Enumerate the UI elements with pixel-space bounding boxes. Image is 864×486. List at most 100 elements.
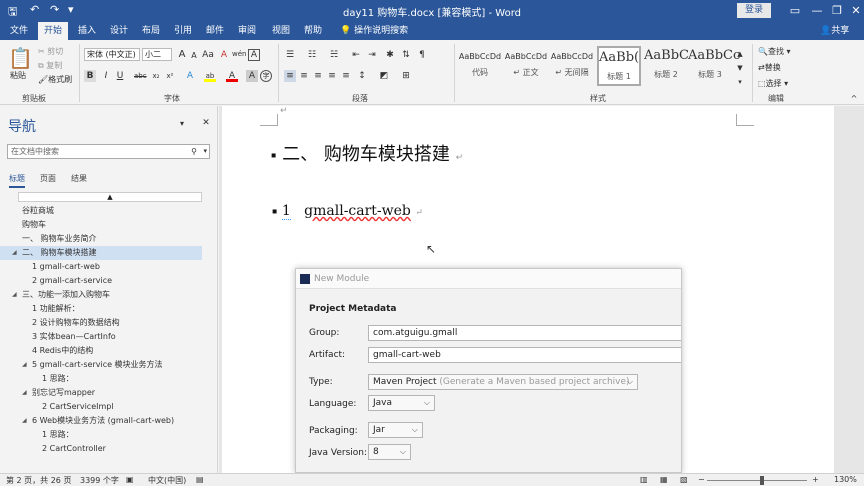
- align-right-icon[interactable]: ≡: [312, 70, 324, 82]
- search-dropdown-icon[interactable]: ▾: [203, 145, 207, 158]
- heading-3[interactable]: ▪ 1 gmall-cart-web ↵: [272, 203, 423, 220]
- style-heading-2[interactable]: AaBbC 标题 2: [644, 46, 689, 86]
- nav-search-input[interactable]: 在文档中搜索 ⚲ ▾: [7, 144, 210, 159]
- subscript-button[interactable]: x₂: [150, 70, 162, 82]
- nav-heading-item[interactable]: 购物车: [0, 218, 202, 232]
- strikethrough-button[interactable]: abc: [134, 70, 147, 82]
- artifact-input[interactable]: gmall-cart-web: [368, 347, 681, 363]
- nav-heading-item[interactable]: 1 功能解析：: [0, 302, 202, 316]
- paste-button[interactable]: 粘贴: [10, 70, 26, 81]
- group-input[interactable]: com.atguigu.gmall: [368, 325, 681, 341]
- copy-button[interactable]: ⧉ 复制: [38, 60, 62, 71]
- java-version-select[interactable]: 8 ⌵: [368, 444, 411, 460]
- read-mode-icon[interactable]: ▥: [640, 475, 648, 484]
- font-color-icon[interactable]: A: [226, 70, 238, 82]
- nav-tab-results[interactable]: 结果: [71, 173, 87, 184]
- char-shading-icon[interactable]: A: [246, 70, 258, 82]
- nav-heading-item[interactable]: 3 实体bean—CartInfo: [0, 330, 202, 344]
- minimize-button[interactable]: —: [806, 2, 828, 20]
- tab-insert[interactable]: 插入: [72, 22, 102, 40]
- tab-design[interactable]: 设计: [104, 22, 134, 40]
- nav-options-icon[interactable]: ▾: [176, 118, 188, 130]
- macro-icon[interactable]: ▤: [196, 475, 204, 484]
- styles-scroll-up-icon[interactable]: ▲: [734, 48, 746, 60]
- italic-button[interactable]: I: [100, 70, 112, 82]
- type-select[interactable]: Maven Project (Generate a Maven based pr…: [368, 374, 638, 390]
- justify-icon[interactable]: ≡: [326, 70, 338, 82]
- page-count[interactable]: 第 2 页，共 26 页: [6, 475, 71, 486]
- search-icon[interactable]: ⚲: [191, 145, 197, 158]
- packaging-select[interactable]: Jar ⌵: [368, 422, 423, 438]
- distributed-icon[interactable]: ≡: [340, 70, 352, 82]
- multilevel-list-icon[interactable]: ☵: [328, 49, 340, 61]
- shrink-font-icon[interactable]: A: [188, 50, 200, 62]
- heading-2[interactable]: ▪ 二、 购物车模块搭建 ↵: [271, 140, 463, 166]
- nav-heading-item[interactable]: ◢ 二、 购物车模块搭建: [0, 246, 202, 260]
- expand-arrow-icon[interactable]: ◢: [22, 358, 27, 372]
- tab-layout[interactable]: 布局: [136, 22, 166, 40]
- pinyin-icon[interactable]: wén: [232, 48, 246, 60]
- zoom-in-button[interactable]: +: [812, 475, 819, 484]
- word-count[interactable]: 3399 个字: [80, 475, 119, 486]
- nav-heading-item[interactable]: 一、 购物车业务简介: [0, 232, 202, 246]
- bullets-icon[interactable]: ☰: [284, 49, 296, 61]
- cut-button[interactable]: ✂ 剪切: [38, 46, 63, 57]
- styles-scroll-down-icon[interactable]: ▼: [734, 62, 746, 74]
- nav-tab-headings[interactable]: 标题: [9, 173, 25, 188]
- replace-button[interactable]: ⇄替换: [758, 62, 781, 73]
- nav-heading-item[interactable]: 2 CartController: [0, 442, 202, 456]
- zoom-level[interactable]: 130%: [834, 475, 857, 484]
- decrease-indent-icon[interactable]: ⇤: [350, 49, 362, 61]
- tab-view[interactable]: 视图: [266, 22, 296, 40]
- nav-tab-pages[interactable]: 页面: [40, 173, 56, 184]
- superscript-button[interactable]: x²: [164, 70, 176, 82]
- style-heading-1[interactable]: AaBb( 标题 1: [597, 46, 641, 86]
- close-button[interactable]: ✕: [845, 2, 864, 20]
- expand-arrow-icon[interactable]: ◢: [22, 386, 27, 400]
- clear-format-icon[interactable]: A: [218, 49, 230, 61]
- style-no-spacing[interactable]: AaBbCcDd ↵ 无间隔: [550, 46, 594, 86]
- font-family-select[interactable]: 宋体 (中文正): [84, 48, 140, 61]
- change-case-icon[interactable]: Aa: [202, 49, 214, 61]
- grow-font-icon[interactable]: A: [176, 49, 188, 61]
- borders-icon[interactable]: ⊞: [400, 70, 412, 82]
- nav-heading-item[interactable]: 1 gmall-cart-web: [0, 260, 202, 274]
- char-border-icon[interactable]: A: [248, 49, 260, 61]
- paste-icon[interactable]: 📋: [8, 46, 33, 70]
- language-select[interactable]: Java ⌵: [368, 395, 435, 411]
- tab-references[interactable]: 引用: [168, 22, 198, 40]
- style-code[interactable]: AaBbCcDd 代码: [458, 46, 502, 86]
- nav-heading-item[interactable]: 1 思路：: [0, 372, 202, 386]
- underline-button[interactable]: U: [114, 70, 126, 82]
- language-status[interactable]: 中文(中国): [148, 475, 186, 486]
- nav-heading-item[interactable]: 1 思路：: [0, 428, 202, 442]
- nav-heading-item[interactable]: 4 Redis中的结构: [0, 344, 202, 358]
- tab-mailings[interactable]: 邮件: [200, 22, 230, 40]
- tab-help[interactable]: 帮助: [298, 22, 328, 40]
- chinese-layout-icon[interactable]: ✱: [384, 49, 396, 61]
- font-size-select[interactable]: 小二: [142, 48, 172, 61]
- zoom-slider[interactable]: [707, 480, 807, 481]
- nav-heading-item[interactable]: 2 gmall-cart-service: [0, 274, 202, 288]
- print-layout-icon[interactable]: ▦: [660, 475, 668, 484]
- nav-heading-item[interactable]: 2 设计购物车的数据结构: [0, 316, 202, 330]
- numbering-icon[interactable]: ☷: [306, 49, 318, 61]
- collapse-ribbon-icon[interactable]: ^: [848, 93, 860, 105]
- styles-more-icon[interactable]: ▾: [734, 76, 746, 88]
- enclose-char-icon[interactable]: 字: [260, 70, 272, 82]
- text-effects-icon[interactable]: A: [184, 70, 196, 82]
- tab-home[interactable]: 开始: [38, 22, 69, 40]
- nav-heading-item[interactable]: 谷粒商城: [0, 204, 202, 218]
- show-marks-icon[interactable]: ¶: [416, 49, 428, 61]
- login-button[interactable]: 登录: [737, 3, 771, 18]
- expand-arrow-icon[interactable]: ◢: [12, 246, 17, 260]
- style-normal[interactable]: AaBbCcDd ↵ 正文: [504, 46, 548, 86]
- nav-heading-item[interactable]: 2 CartServiceImpl: [0, 400, 202, 414]
- sort-icon[interactable]: ⇅: [400, 49, 412, 61]
- nav-collapse-bar[interactable]: ▲: [18, 192, 202, 202]
- zoom-out-button[interactable]: −: [698, 475, 705, 484]
- nav-heading-item[interactable]: ◢ 5 gmall-cart-service 模块业务方法: [0, 358, 202, 372]
- increase-indent-icon[interactable]: ⇥: [366, 49, 378, 61]
- web-layout-icon[interactable]: ▧: [680, 475, 688, 484]
- ribbon-display-options-icon[interactable]: ▭: [784, 2, 806, 20]
